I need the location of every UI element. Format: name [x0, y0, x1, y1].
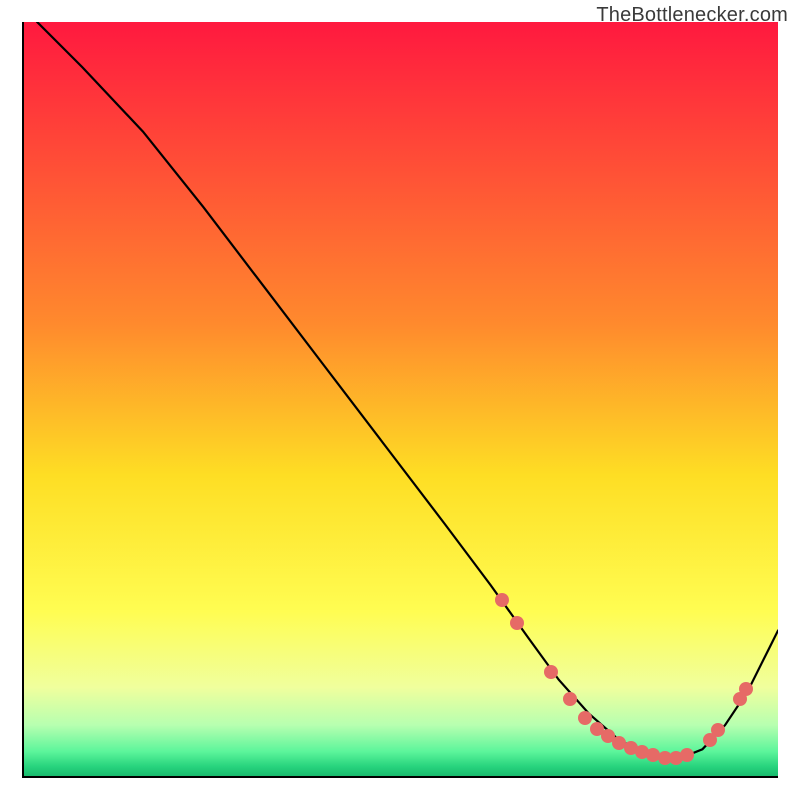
data-marker — [711, 723, 725, 737]
data-marker — [563, 692, 577, 706]
curve-line — [22, 22, 778, 778]
data-marker — [495, 593, 509, 607]
data-marker — [739, 682, 753, 696]
data-marker — [578, 711, 592, 725]
data-marker — [544, 665, 558, 679]
plot-area — [22, 22, 778, 778]
data-marker — [680, 748, 694, 762]
chart-container: TheBottlenecker.com — [0, 0, 800, 800]
attribution-text: TheBottlenecker.com — [596, 4, 788, 27]
data-marker — [510, 616, 524, 630]
